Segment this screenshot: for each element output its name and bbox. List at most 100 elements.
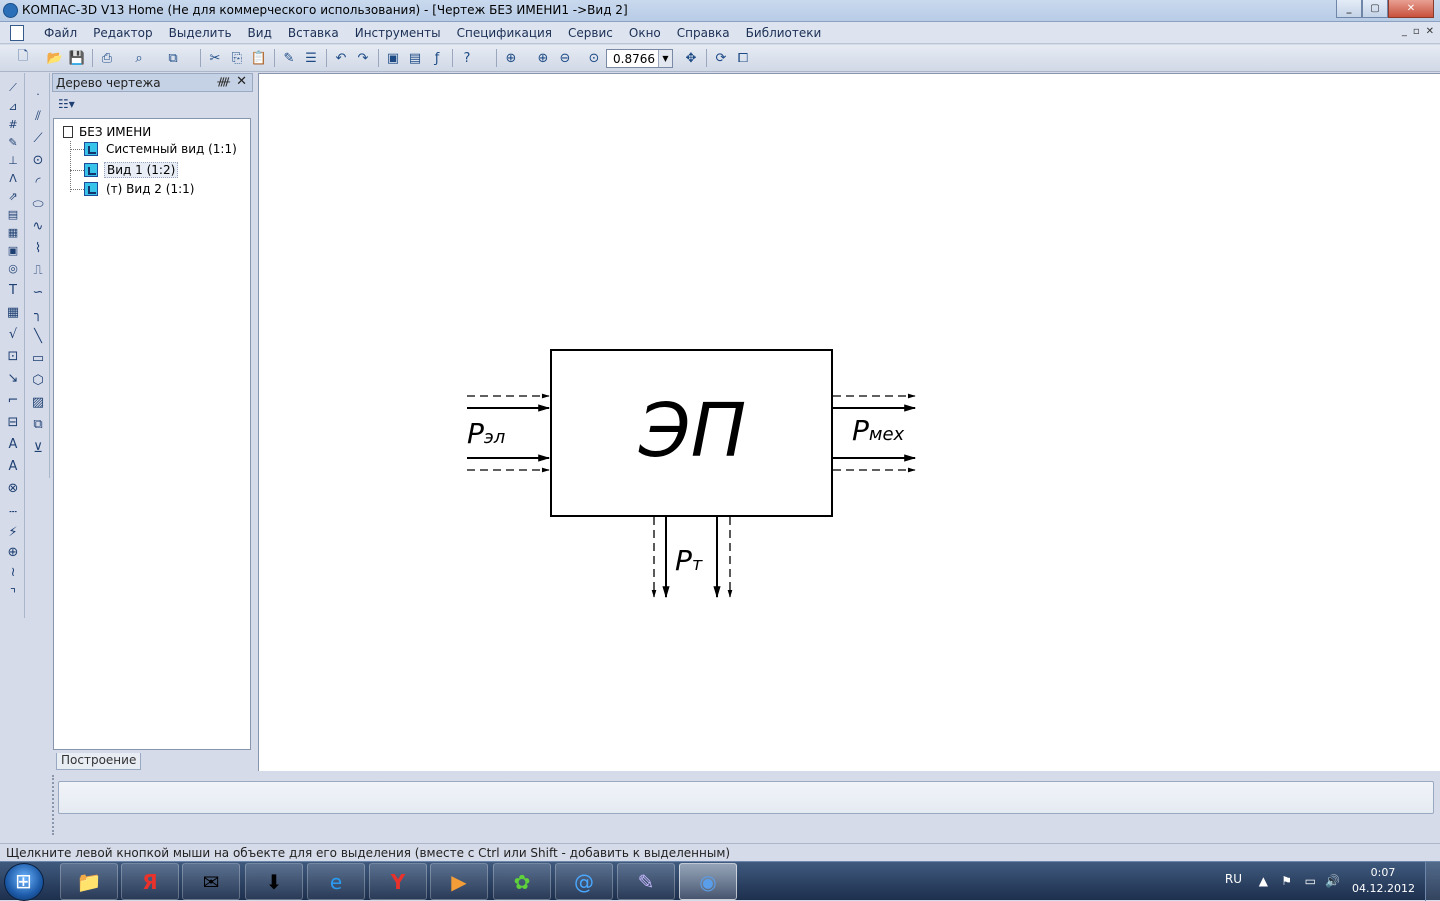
symbols-icon[interactable]: # [6,117,20,131]
measure-icon[interactable]: Λ [6,171,20,185]
minimize-button[interactable]: _ [1336,0,1362,18]
insert-icon[interactable]: ▣ [6,243,20,257]
print-preview-icon[interactable]: ⌕ [130,49,148,67]
menu-window[interactable]: Окно [621,26,669,40]
polyline-icon[interactable]: ⌇ [29,239,47,257]
start-button[interactable] [4,863,44,901]
arrow-view-icon[interactable]: A [4,457,22,475]
menu-insert[interactable]: Вставка [280,26,347,40]
break-line-icon[interactable]: ⚡ [4,523,22,541]
kompas-icon[interactable]: ◉ [679,863,737,900]
wave-line-icon[interactable]: ≀ [4,563,22,581]
tree-root[interactable]: БЕЗ ИМЕНИ [63,125,151,139]
collection-icon[interactable]: ⊻ [29,439,47,457]
menu-tools[interactable]: Инструменты [347,26,449,40]
format-brush-icon[interactable]: ✎ [280,49,298,67]
zoom-window-icon[interactable]: ⊕ [502,49,520,67]
center-mark-icon[interactable]: ⊕ [4,543,22,561]
save-icon[interactable]: 💾 [68,49,86,67]
table-icon[interactable]: ▦ [4,303,22,321]
circle-icon[interactable]: ⊙ [29,151,47,169]
edit-icon[interactable]: ✎ [6,135,20,149]
icq-icon[interactable]: ✿ [493,863,551,900]
tray-expand-icon[interactable]: ▲ [1259,874,1268,888]
select-icon[interactable]: ⇗ [6,189,20,203]
parametrization-icon[interactable]: ⊥ [6,153,20,167]
paste-icon[interactable]: 📋 [250,49,268,67]
contour-icon[interactable]: ⧉ [29,415,47,433]
variables-icon[interactable]: ƒ [428,49,446,67]
manager-icon[interactable]: ▣ [384,49,402,67]
volume-icon[interactable]: 🔊 [1325,874,1340,888]
libraries-icon[interactable]: ▤ [406,49,424,67]
maximize-button[interactable]: ▢ [1362,0,1388,18]
clock[interactable]: 0:07 04.12.2012 [1352,865,1415,897]
tree-item-view-1[interactable]: Вид 1 (1:2) [70,162,179,178]
spec-icon[interactable]: ▤ [6,207,20,221]
document-icon[interactable] [10,25,24,41]
leader-icon[interactable]: ↘ [4,369,22,387]
properties-list-icon[interactable]: ☰ [302,49,320,67]
tab-construction[interactable]: Построение [56,753,142,770]
new-document-icon[interactable]: 🗋 [14,49,32,67]
mdi-close-button[interactable]: ✕ [1426,26,1434,37]
print-icon[interactable]: ⎙ [98,49,116,67]
geometry-icon[interactable]: ⟋ [6,81,20,95]
axis-icon[interactable]: ⊗ [4,479,22,497]
pan-icon[interactable]: ✥ [682,49,700,67]
point-icon[interactable]: · [31,87,45,101]
menu-editor[interactable]: Редактор [85,26,160,40]
redo-icon[interactable]: ↷ [354,49,372,67]
kompas-app-icon[interactable] [3,3,18,18]
zoom-scale-icon[interactable]: ⊙ [585,49,603,67]
explorer-icon[interactable]: 📁 [60,863,118,900]
menu-help[interactable]: Справка [669,26,738,40]
segment-icon[interactable]: ⟋ [29,129,47,147]
nurbs-icon[interactable]: ∽ [29,283,47,301]
mdi-restore-button[interactable]: ▫ [1413,26,1420,37]
dimensions-icon[interactable]: ⊿ [6,99,20,113]
center-line-icon[interactable]: ┄ [4,503,22,521]
mail-agent-icon[interactable]: @ [555,863,613,900]
action-center-icon[interactable]: ▭ [1305,874,1316,888]
cut-line-icon[interactable]: A [4,435,22,453]
menu-select[interactable]: Выделить [161,26,240,40]
language-indicator[interactable]: RU [1225,872,1242,886]
tree-item-view-2[interactable]: (т) Вид 2 (1:1) [70,182,196,196]
cut-icon[interactable]: ✂ [206,49,224,67]
show-all-icon[interactable]: ⧠ [734,49,752,67]
show-desktop-button[interactable] [1425,862,1440,901]
property-panel-grip[interactable] [52,775,56,835]
media-icon[interactable]: ▶ [430,863,488,900]
ie-icon[interactable]: e [307,863,365,900]
hatch-icon[interactable]: ▨ [29,393,47,411]
close-icon[interactable]: ✕ [236,74,247,89]
download-icon[interactable]: ⬇ [245,863,303,900]
zoom-in-icon[interactable]: ⊕ [534,49,552,67]
roughness-icon[interactable]: √ [4,325,22,343]
tree-view-mode-icon[interactable]: ☷▾ [58,97,75,111]
cut-arrow-icon[interactable]: ⌝ [4,585,22,603]
close-button[interactable]: ✕ [1388,0,1434,18]
drawing-canvas[interactable]: ЭП Pэл Pмех Pт [258,73,1440,771]
chamfer-icon[interactable]: ╲ [29,327,47,345]
spline-icon[interactable]: ∿ [29,217,47,235]
zoom-out-icon[interactable]: ⊖ [556,49,574,67]
help-cursor-icon[interactable]: ? [458,49,476,67]
copy-properties-icon[interactable]: ⧉ [164,49,182,67]
yandex-browser-icon[interactable]: Y [369,863,427,900]
menu-file[interactable]: Файл [36,26,85,40]
base-icon[interactable]: ⊡ [4,347,22,365]
refresh-icon[interactable]: ⟳ [712,49,730,67]
yandex-icon[interactable]: Я [121,863,179,900]
views-icon[interactable]: ◎ [6,261,20,275]
ellipse-icon[interactable]: ⬭ [29,195,47,213]
menu-libraries[interactable]: Библиотеки [738,26,830,40]
mail-icon[interactable]: ✉ [182,863,240,900]
rectangle-icon[interactable]: ▭ [29,349,47,367]
text-icon[interactable]: T [4,281,22,299]
zoom-scale-select[interactable]: 0.8766 ▼ [606,49,673,68]
tree-item-system-view[interactable]: Системный вид (1:1) [70,142,239,156]
copy-icon[interactable]: ⎘ [228,49,246,67]
polygon-icon[interactable]: ⬡ [29,371,47,389]
